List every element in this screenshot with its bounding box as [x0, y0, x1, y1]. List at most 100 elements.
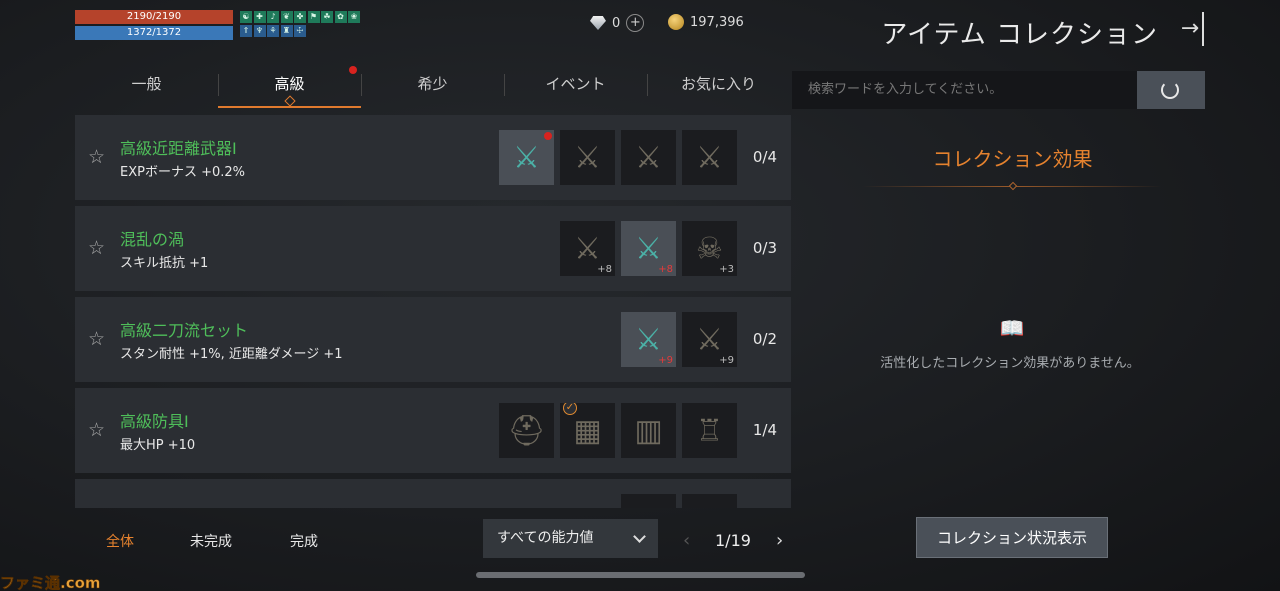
gold-amount: 197,396	[690, 14, 744, 30]
crystal-claw-icon: ⚔	[635, 504, 662, 508]
buff-icon: ⇑	[240, 24, 252, 37]
diamond-currency: 0 +	[590, 14, 645, 32]
active-tab-caret-icon	[283, 95, 296, 107]
tunic-icon: ♖	[696, 413, 723, 448]
item-slot[interactable]: ⚔ +8	[560, 221, 615, 276]
filter-all[interactable]: 全体	[106, 531, 134, 551]
item-slot[interactable]: ⚔	[621, 130, 676, 185]
watermark: ファミ通.com	[0, 574, 101, 591]
diamond-amount: 0	[612, 15, 621, 31]
add-diamond-button[interactable]: +	[626, 14, 645, 32]
collection-progress: 0/3	[752, 239, 777, 257]
divider-ornament	[1008, 181, 1018, 191]
collection-name: 高級近距離武器Ⅰ	[120, 139, 237, 158]
collection-row[interactable]: ☆ 混乱の渦 スキル抵抗 +1 ⚔ +8 ⚔ +8 ☠ +3 0/3	[75, 206, 791, 291]
enhance-level: +9	[719, 355, 734, 366]
next-page-button[interactable]: ›	[776, 530, 783, 551]
buff-icon: ☘	[321, 11, 333, 23]
favorite-star-icon[interactable]: ☆	[88, 238, 108, 258]
filter-incomplete[interactable]: 未完成	[190, 531, 232, 551]
collection-row[interactable]: ☆ 高級近距離武器Ⅰ EXPボーナス +0.2% ⚔ ⚔ ⚔ ⚔ 0/4	[75, 115, 791, 200]
enhance-level: +8	[658, 264, 673, 275]
collection-row[interactable]: ☆ 高級二刀流セット スタン耐性 +1%, 近距離ダメージ +1 ⚔ +9 ⚔ +9 0/2	[75, 297, 791, 382]
gold-coin-icon	[668, 14, 684, 30]
favorite-star-icon[interactable]: ☆	[88, 329, 108, 349]
item-slot[interactable]: ♖	[682, 403, 737, 458]
collection-row[interactable]: ☆ 高級防具Ⅰ 最大HP +10 ⛑ ▦ ✓ ▥ ♖ 1/4	[75, 388, 791, 473]
item-slot[interactable]: ⚔ +8	[621, 221, 676, 276]
hp-bar: 2190/2190	[75, 10, 233, 24]
enhance-level: +9	[658, 355, 673, 366]
item-slot[interactable]: ▦ ✓	[560, 403, 615, 458]
book-icon: 📖	[999, 316, 1025, 340]
filter-complete[interactable]: 完成	[290, 531, 318, 551]
collection-row[interactable]: ☆⚔⚔	[75, 479, 791, 508]
stat-dropdown[interactable]: すべての能力値	[483, 519, 658, 558]
tab-0[interactable]: 一般	[75, 64, 218, 108]
axe-icon: ⚔	[635, 140, 662, 175]
tab-label: イベント	[545, 75, 606, 93]
item-slots: ⛑ ▦ ✓ ▥ ♖	[499, 403, 737, 458]
collection-list[interactable]: ☆ 高級近距離武器Ⅰ EXPボーナス +0.2% ⚔ ⚔ ⚔ ⚔ 0/4 ☆ 混乱の渦 スキル抵抗 …	[75, 115, 791, 508]
tab-4[interactable]: お気に入り	[647, 64, 790, 108]
favorite-star-icon[interactable]: ☆	[88, 420, 108, 440]
diamond-icon	[590, 16, 606, 30]
page-title: アイテム コレクション	[881, 20, 1158, 50]
tab-2[interactable]: 希少	[361, 64, 504, 108]
mp-bar: 1372/1372	[75, 26, 233, 40]
scrollbar[interactable]	[476, 572, 805, 578]
search-input[interactable]: 検索ワードを入力してください。	[792, 71, 1137, 109]
gold-currency: 197,396	[668, 14, 744, 30]
item-slot[interactable]: ⚔ +9	[621, 312, 676, 367]
item-slot[interactable]: ⛑	[499, 403, 554, 458]
collection-effect: スキル抵抗 +1	[120, 256, 209, 271]
item-slot[interactable]: ☠ +3	[682, 221, 737, 276]
refresh-button[interactable]	[1137, 71, 1205, 109]
collection-progress: 1/4	[752, 421, 777, 439]
spear-icon: ⚔	[574, 140, 601, 175]
buff-icon: ❦	[280, 11, 293, 23]
tab-1[interactable]: 高級	[218, 64, 361, 108]
status-bars: 2190/2190 1372/1372	[75, 10, 233, 42]
item-slot[interactable]: ⚔	[560, 130, 615, 185]
stat-dropdown-value: すべての能力値	[497, 530, 594, 546]
crystal-claw-icon: ⚔	[513, 140, 540, 175]
enhance-level: +3	[719, 264, 734, 275]
helmet-icon: ⛑	[507, 413, 546, 448]
item-slot[interactable]: ▥	[621, 403, 676, 458]
item-slot[interactable]: ⚔	[682, 130, 737, 185]
exit-icon[interactable]: →	[1174, 12, 1206, 46]
item-slot[interactable]: ⚔	[621, 494, 676, 508]
skull-flail-icon: ☠	[696, 231, 723, 266]
item-slot[interactable]: ⚔ +9	[682, 312, 737, 367]
collection-name: 高級二刀流セット	[120, 321, 249, 340]
buff-icon: ❀	[348, 11, 360, 23]
crystal-claw-icon: ⚔	[635, 231, 662, 266]
collection-effect: 最大HP +10	[120, 438, 196, 453]
buff-icon: ⚑	[307, 11, 320, 23]
collection-progress: 0/4	[752, 148, 777, 166]
refresh-icon	[1161, 81, 1179, 99]
favorite-star-icon[interactable]: ☆	[88, 147, 108, 167]
item-slot[interactable]: ⚔	[499, 130, 554, 185]
tab-label: 高級	[274, 75, 305, 93]
buff-icon: ☯	[240, 11, 252, 23]
prev-page-button[interactable]: ‹	[683, 530, 690, 551]
shorts-icon: ▥	[634, 413, 663, 448]
enhance-level: +8	[597, 264, 612, 275]
buff-icon: ♆	[253, 24, 266, 37]
empty-effect-text: 活性化したコレクション効果がありません。	[880, 356, 1140, 371]
collection-status-button[interactable]: コレクション状況表示	[916, 517, 1108, 558]
item-slot[interactable]: ⚔	[682, 494, 737, 508]
buff-icon: ✤	[294, 11, 306, 23]
notification-dot	[544, 132, 552, 140]
buff-icon: ♜	[280, 24, 293, 37]
crystal-claw-icon: ⚔	[635, 322, 662, 357]
tab-3[interactable]: イベント	[504, 64, 647, 108]
notification-dot	[349, 66, 357, 74]
dual-blades-icon: ⚔	[696, 504, 723, 508]
dual-blades-icon: ⚔	[696, 322, 723, 357]
tab-label: 一般	[131, 75, 162, 93]
collection-effect-title: コレクション効果	[932, 147, 1093, 171]
tab-label: 希少	[417, 75, 448, 93]
